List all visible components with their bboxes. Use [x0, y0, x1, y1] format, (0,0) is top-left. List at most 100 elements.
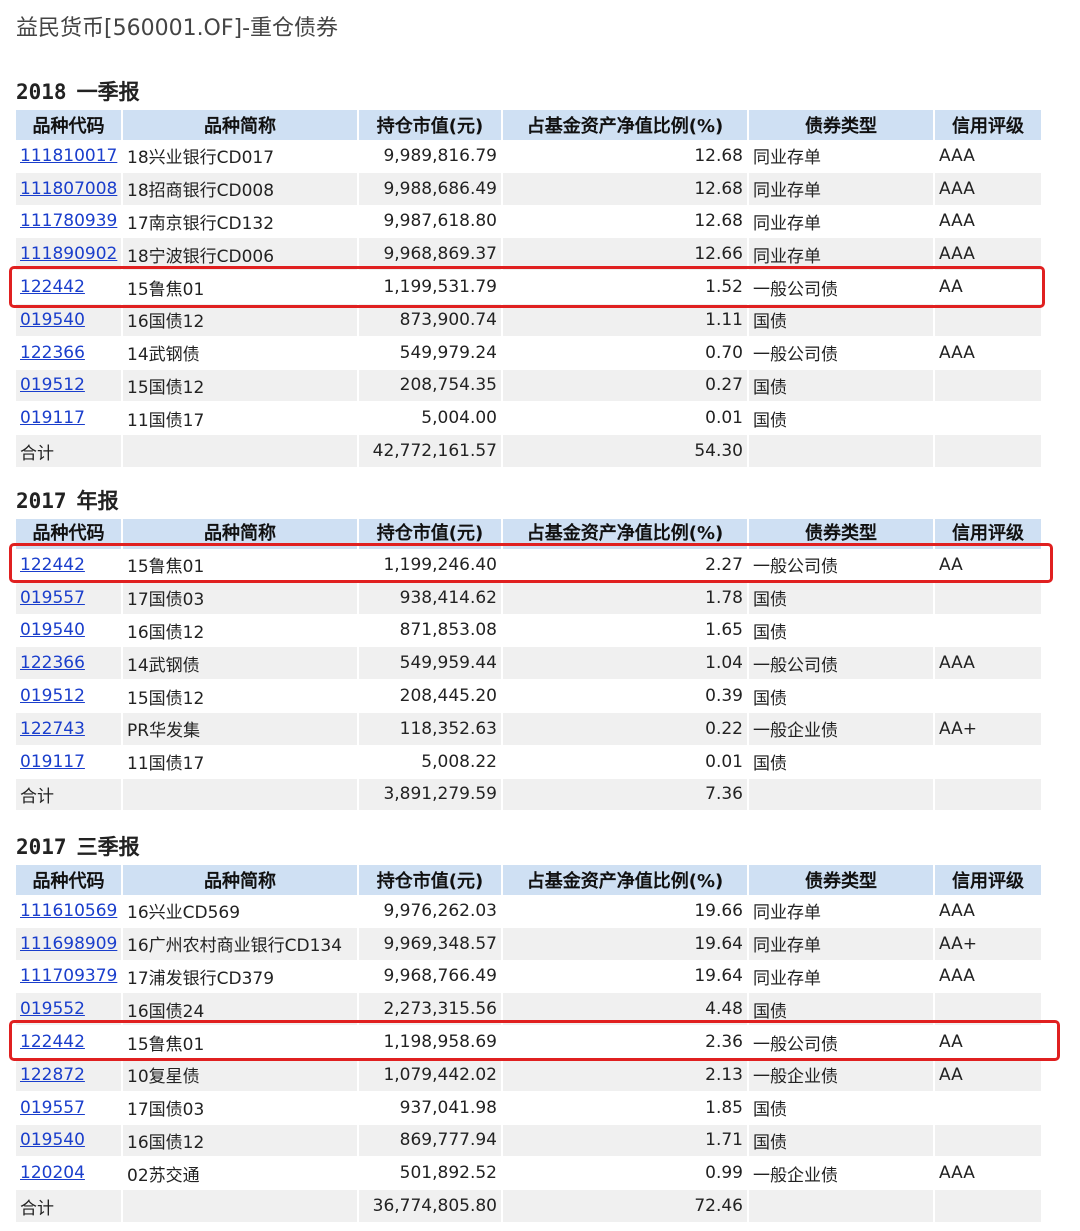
bond-code-link[interactable]: 019117	[20, 752, 85, 772]
bond-code-link[interactable]: 019540	[20, 310, 85, 330]
total-row: 合计 42,772,161.57 54.30	[16, 434, 1043, 468]
bond-type-cell	[748, 1189, 935, 1223]
credit-rating-cell: AAA	[934, 237, 1043, 272]
bond-name-cell: 15鲁焦01	[122, 549, 359, 582]
nav-ratio-cell: 0.01	[502, 745, 749, 779]
bond-code-link[interactable]: 019117	[20, 408, 85, 428]
bond-code-cell: 019557	[16, 581, 123, 615]
bond-code-cell: 111709379	[16, 960, 123, 994]
nav-ratio-cell: 2.27	[502, 549, 749, 582]
bond-code-cell: 019557	[16, 1091, 123, 1125]
bond-type-cell: 国债	[748, 992, 935, 1027]
table-row: 122743 PR华发集 118,352.63 0.22 一般企业债 AA+	[16, 712, 1043, 746]
bond-type-cell: 国债	[748, 401, 935, 436]
bond-code-cell: 019540	[16, 614, 123, 648]
bond-type-cell: 国债	[748, 369, 935, 403]
credit-rating-cell	[934, 778, 1043, 812]
nav-ratio-cell: 12.66	[502, 237, 749, 272]
bond-code-link[interactable]: 019512	[20, 375, 85, 395]
bond-code-link[interactable]: 111610569	[20, 901, 117, 921]
table-row: 111610569 16兴业CD569 9,976,262.03 19.66 同业存单 A…	[16, 895, 1043, 928]
market-value-cell: 5,004.00	[358, 401, 503, 436]
bond-name-cell: 16国债12	[122, 614, 359, 648]
credit-rating-cell	[934, 581, 1043, 615]
bond-name-cell: 17国债03	[122, 581, 359, 615]
column-header: 品种简称	[122, 519, 359, 549]
market-value-cell: 36,774,805.80	[358, 1189, 503, 1223]
bond-code-cell: 019117	[16, 401, 123, 436]
market-value-cell: 2,273,315.56	[358, 992, 503, 1027]
table-row: 122442 15鲁焦01 1,198,958.69 2.36 一般公司债 AA	[16, 1025, 1043, 1059]
bond-type-cell: 同业存单	[748, 205, 935, 239]
market-value-cell: 873,900.74	[358, 303, 503, 337]
bond-code-cell: 122872	[16, 1058, 123, 1092]
credit-rating-cell: AA	[934, 1058, 1043, 1092]
section-title: 2018 一季报	[16, 74, 1042, 110]
market-value-cell: 549,979.24	[358, 336, 503, 370]
column-header: 债券类型	[748, 110, 935, 140]
bond-code-link[interactable]: 122366	[20, 343, 85, 363]
nav-ratio-cell: 1.71	[502, 1124, 749, 1158]
bond-code-link[interactable]: 019557	[20, 1098, 85, 1118]
bond-code-link[interactable]: 111698909	[20, 934, 117, 954]
table-row: 122872 10复星债 1,079,442.02 2.13 一般企业债 AA	[16, 1058, 1043, 1092]
bond-code-link[interactable]: 111810017	[20, 146, 117, 166]
bond-code-link[interactable]: 122366	[20, 653, 85, 673]
bond-type-cell: 同业存单	[748, 960, 935, 994]
bond-code-link[interactable]: 120204	[20, 1163, 85, 1183]
total-label: 合计	[16, 434, 123, 468]
credit-rating-cell	[934, 1124, 1043, 1158]
section-2017-q3: 2017 三季报 品种代码 品种简称 持仓市值(元) 占基金资产净值比例(%) 债券类型信…	[16, 829, 1043, 1223]
column-header: 占基金资产净值比例(%)	[502, 110, 749, 140]
column-header: 品种简称	[122, 865, 359, 895]
bond-code-link[interactable]: 122442	[20, 1032, 85, 1052]
nav-ratio-cell: 12.68	[502, 172, 749, 206]
bond-code-link[interactable]: 019540	[20, 620, 85, 640]
holdings-table: 品种代码 品种简称 持仓市值(元) 占基金资产净值比例(%) 债券类型 信用评级 1224…	[16, 519, 1043, 812]
bond-code-link[interactable]: 111807008	[20, 179, 117, 199]
bond-code-cell: 120204	[16, 1156, 123, 1191]
bond-type-cell: 一般公司债	[748, 336, 935, 370]
credit-rating-cell	[934, 303, 1043, 337]
section-2018-q1: 2018 一季报 品种代码 品种简称 持仓市值(元) 占基金资产净值比例(%) 债券类型信…	[16, 74, 1043, 468]
bond-name-cell	[122, 778, 359, 812]
nav-ratio-cell: 0.99	[502, 1156, 749, 1191]
credit-rating-cell	[934, 369, 1043, 403]
bond-code-cell: 111810017	[16, 140, 123, 173]
bond-name-cell: 15国债12	[122, 679, 359, 713]
bond-code-link[interactable]: 122743	[20, 719, 85, 739]
bond-code-link[interactable]: 122442	[20, 555, 85, 575]
bond-code-link[interactable]: 019557	[20, 588, 85, 608]
column-header: 占基金资产净值比例(%)	[502, 519, 749, 549]
bond-code-link[interactable]: 019552	[20, 999, 85, 1019]
bond-code-link[interactable]: 019540	[20, 1130, 85, 1150]
bond-code-link[interactable]: 122872	[20, 1065, 85, 1085]
market-value-cell: 1,198,958.69	[358, 1025, 503, 1059]
bond-code-link[interactable]: 019512	[20, 686, 85, 706]
bond-code-link[interactable]: 111709379	[20, 966, 117, 986]
nav-ratio-cell: 1.52	[502, 270, 749, 304]
market-value-cell: 869,777.94	[358, 1124, 503, 1158]
nav-ratio-cell: 19.64	[502, 960, 749, 994]
bond-code-link[interactable]: 111780939	[20, 211, 117, 231]
section-title: 2017 年报	[16, 483, 1042, 519]
credit-rating-cell: AAA	[934, 172, 1043, 206]
bond-code-link[interactable]: 122442	[20, 277, 85, 297]
bond-name-cell: 11国债17	[122, 401, 359, 436]
bond-code-cell: 122442	[16, 270, 123, 304]
bond-code-link[interactable]: 111890902	[20, 244, 117, 264]
column-header: 品种代码	[16, 865, 123, 895]
column-header: 持仓市值(元)	[358, 110, 503, 140]
bond-code-cell: 111890902	[16, 237, 123, 272]
table-row: 122442 15鲁焦01 1,199,246.40 2.27 一般公司债 AA	[16, 549, 1043, 582]
bond-type-cell: 一般企业债	[748, 1156, 935, 1191]
bond-type-cell: 国债	[748, 1124, 935, 1158]
column-header: 信用评级	[934, 110, 1043, 140]
nav-ratio-cell: 1.11	[502, 303, 749, 337]
bond-type-cell: 一般企业债	[748, 1058, 935, 1092]
market-value-cell: 208,445.20	[358, 679, 503, 713]
bond-code-cell: 019540	[16, 303, 123, 337]
bond-type-cell: 同业存单	[748, 140, 935, 173]
bond-code-cell: 122743	[16, 712, 123, 746]
bond-type-cell: 国债	[748, 679, 935, 713]
